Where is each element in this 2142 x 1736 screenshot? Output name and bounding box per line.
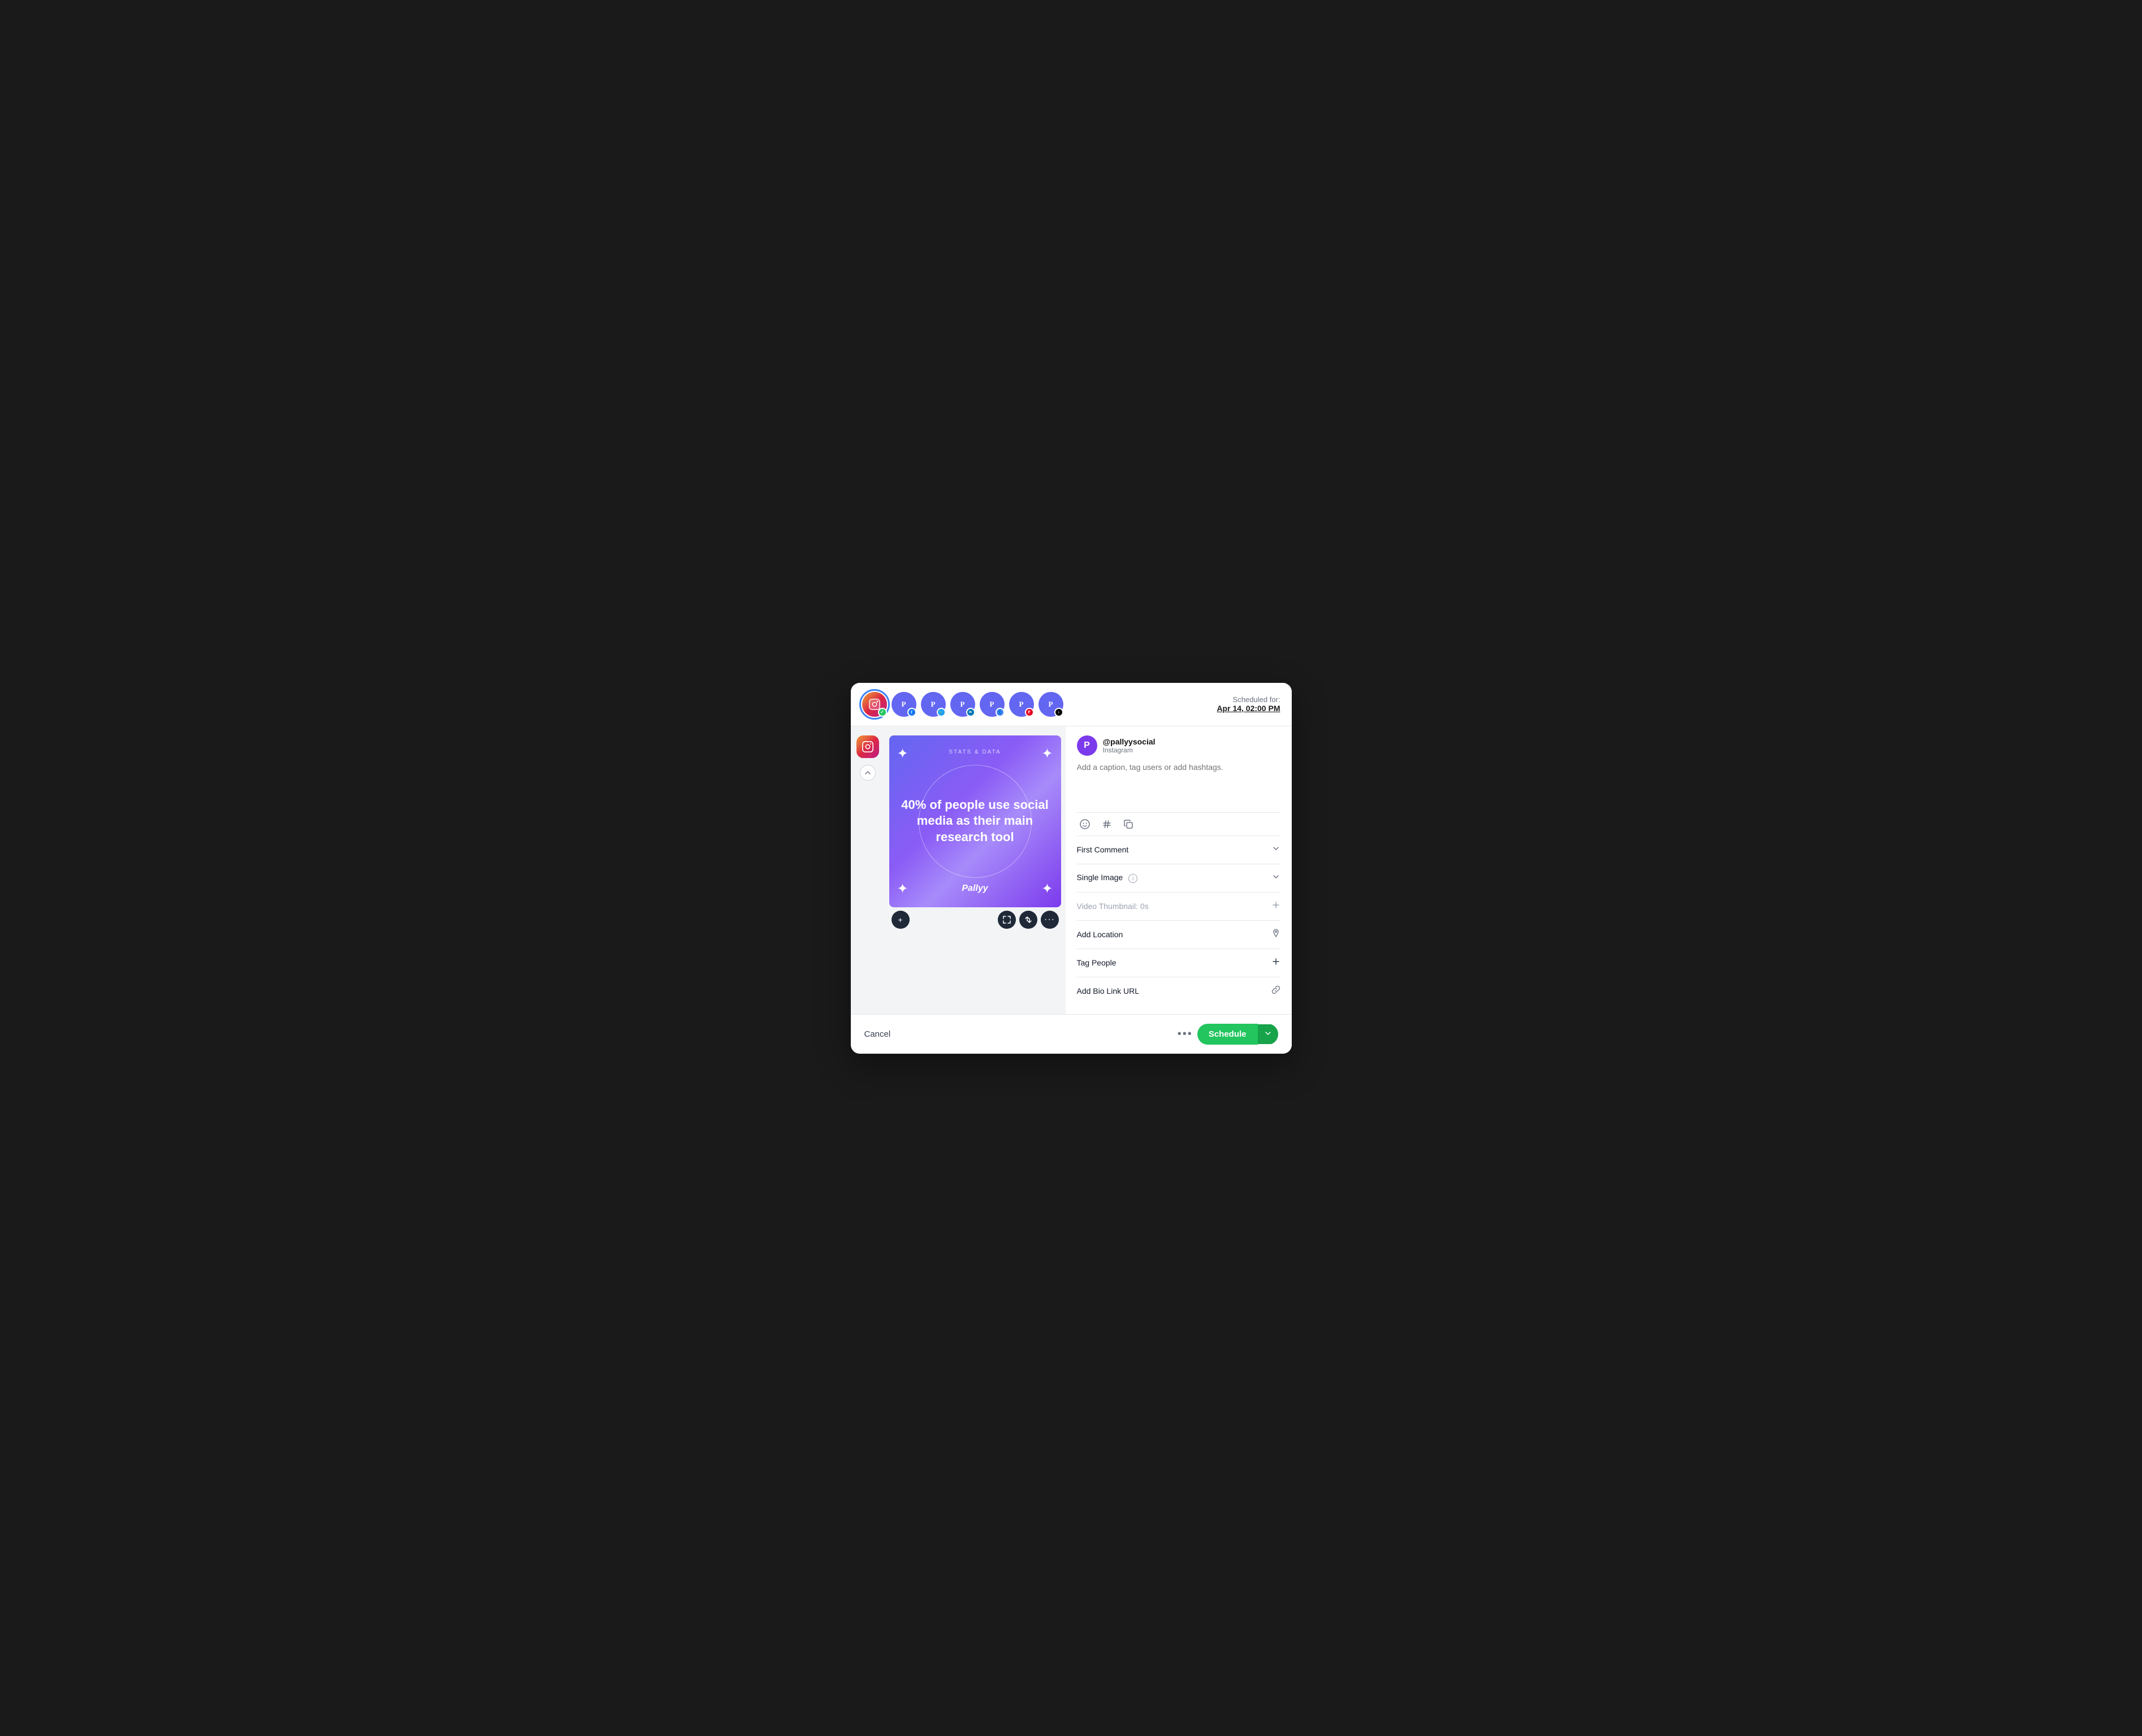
tag-people-label: Tag People [1077, 958, 1117, 967]
location-icon [1271, 929, 1280, 941]
control-group: ··· [998, 911, 1059, 929]
first-comment-chevron-icon [1271, 844, 1280, 856]
video-thumbnail-plus-icon [1271, 901, 1280, 912]
schedule-button-group: Schedule [1197, 1024, 1278, 1045]
schedule-button[interactable]: Schedule [1197, 1024, 1258, 1045]
hashtag-button[interactable] [1100, 817, 1114, 831]
modal: ✓ P f P 🐦 P in P 👤 P P P ♪ [851, 683, 1292, 1054]
single-image-section[interactable]: Single Image i [1077, 864, 1280, 893]
add-location-label: Add Location [1077, 930, 1123, 939]
stats-label: STATS & DATA [949, 749, 1001, 755]
account-row: P @pallyysocial Instagram [1077, 735, 1280, 756]
emoji-button[interactable] [1077, 817, 1093, 831]
link-icon [1271, 985, 1280, 997]
tag-people-plus-icon [1271, 957, 1280, 969]
more-options-button[interactable]: ••• [1178, 1028, 1193, 1041]
preview-area: STATS & DATA ✦ ✦ ✦ ✦ 40% of people use s… [885, 726, 1066, 1014]
add-location-section[interactable]: Add Location [1077, 921, 1280, 949]
first-comment-label: First Comment [1077, 845, 1129, 854]
caption-toolbar [1077, 812, 1280, 836]
post-image: STATS & DATA ✦ ✦ ✦ ✦ 40% of people use s… [889, 735, 1061, 907]
copy-button[interactable] [1121, 817, 1136, 831]
brand-name: Pallyy [962, 884, 988, 894]
platform-tabs-bar: ✓ P f P 🐦 P in P 👤 P P P ♪ [851, 683, 1292, 726]
spark-bottom-left: ✦ [897, 881, 908, 897]
modal-body: STATS & DATA ✦ ✦ ✦ ✦ 40% of people use s… [851, 726, 1292, 1014]
instagram-active-icon [856, 735, 879, 758]
platform-tab-li[interactable]: P in [950, 692, 975, 717]
platform-tab-tw[interactable]: P 🐦 [921, 692, 946, 717]
scheduled-date[interactable]: Apr 14, 02:00 PM [1217, 704, 1280, 713]
scheduled-for-label: Scheduled for: [1217, 695, 1280, 704]
expand-button[interactable] [998, 911, 1016, 929]
add-bio-link-label: Add Bio Link URL [1077, 986, 1140, 995]
caption-textarea[interactable] [1077, 763, 1280, 808]
platform-tab-pin[interactable]: P P [1009, 692, 1034, 717]
add-bio-link-section[interactable]: Add Bio Link URL [1077, 977, 1280, 1005]
post-main-text: 40% of people use social media as their … [889, 786, 1061, 857]
single-image-chevron-icon [1271, 872, 1280, 884]
first-comment-section[interactable]: First Comment [1077, 836, 1280, 864]
video-thumbnail-section[interactable]: Video Thumbnail: 0s [1077, 893, 1280, 921]
spark-top-left: ✦ [897, 746, 908, 762]
image-controls: + ··· [889, 911, 1061, 929]
tag-people-section[interactable]: Tag People [1077, 949, 1280, 977]
account-handle: @pallyysocial [1103, 737, 1156, 746]
video-thumbnail-label: Video Thumbnail: 0s [1077, 902, 1149, 911]
add-media-button[interactable]: + [892, 911, 910, 929]
account-info: @pallyysocial Instagram [1103, 737, 1156, 754]
scroll-up-button[interactable] [860, 765, 876, 781]
platform-tab-tik[interactable]: P ♪ [1038, 692, 1063, 717]
schedule-caret-button[interactable] [1258, 1024, 1278, 1044]
account-avatar: P [1077, 735, 1097, 756]
platform-tab-google[interactable]: P 👤 [980, 692, 1005, 717]
account-platform: Instagram [1103, 746, 1156, 754]
right-panel: P @pallyysocial Instagram [1066, 726, 1292, 1014]
platform-tab-ig[interactable]: ✓ [862, 692, 887, 717]
left-panel [851, 726, 885, 1014]
repost-button[interactable] [1019, 911, 1037, 929]
platform-tab-fb[interactable]: P f [892, 692, 916, 717]
more-options-image-button[interactable]: ··· [1041, 911, 1059, 929]
spark-top-right: ✦ [1041, 746, 1053, 762]
info-badge: i [1128, 874, 1137, 883]
cancel-button[interactable]: Cancel [864, 1029, 891, 1039]
spark-bottom-right: ✦ [1041, 881, 1053, 897]
modal-footer: Cancel ••• Schedule [851, 1014, 1292, 1054]
footer-right: ••• Schedule [1178, 1024, 1278, 1045]
scheduled-info: Scheduled for: Apr 14, 02:00 PM [1217, 695, 1280, 713]
single-image-label: Single Image i [1077, 873, 1138, 884]
